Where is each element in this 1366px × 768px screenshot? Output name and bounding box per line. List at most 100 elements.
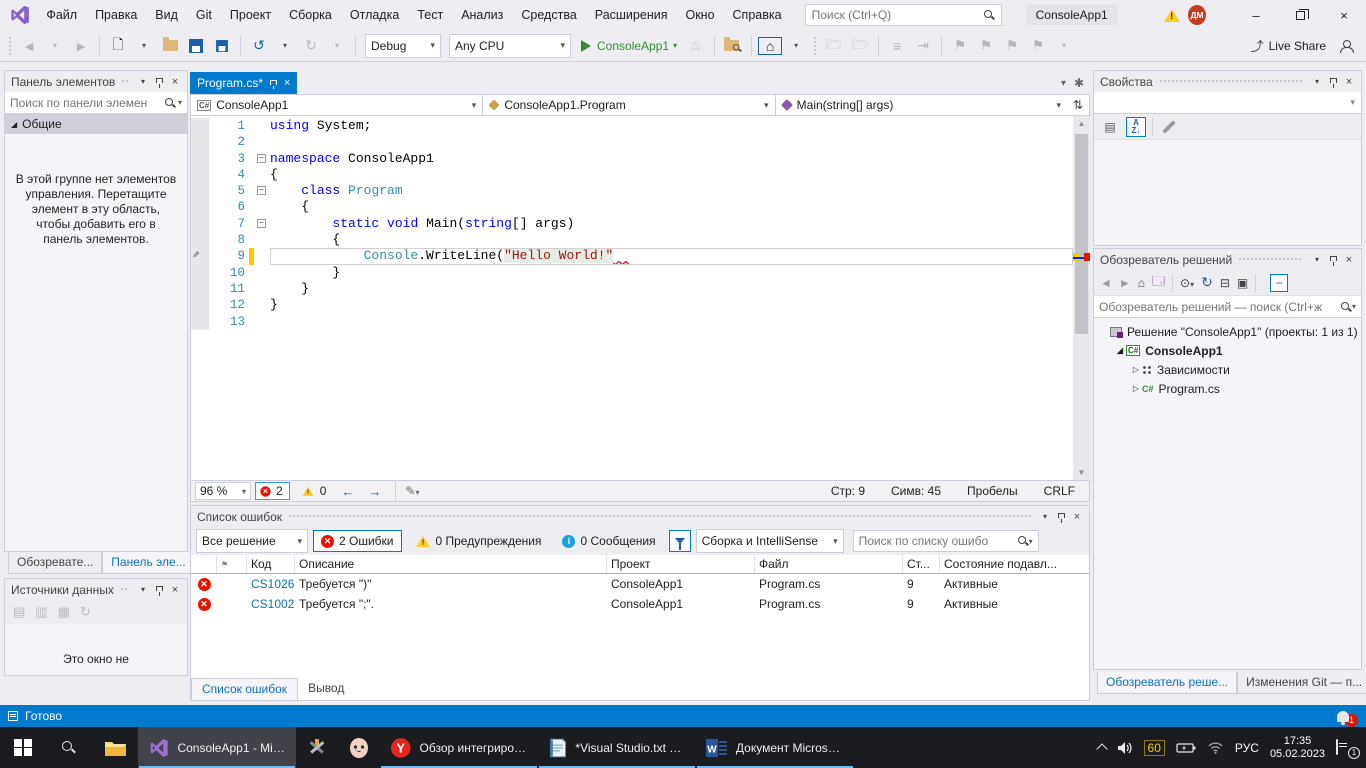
collapse-region-icon[interactable]: − (257, 154, 266, 163)
new-file-dropdown-icon[interactable]: ▾ (132, 34, 156, 58)
close-icon[interactable]: × (167, 74, 183, 90)
menu-item-1[interactable]: Правка (86, 0, 146, 30)
uncomment-icon[interactable]: 🗁 (848, 34, 872, 58)
column-code[interactable]: Код (247, 555, 295, 573)
undo-icon[interactable]: ↺ (247, 34, 271, 58)
error-search-box[interactable]: ▾ (853, 530, 1039, 552)
editor-options-icon[interactable]: ✱ (1074, 76, 1084, 90)
error-list-title-bar[interactable]: Список ошибок ▾ × (191, 506, 1089, 527)
tab-program-cs[interactable]: Program.cs* × (190, 72, 297, 94)
breakpoint-margin[interactable] (191, 314, 209, 330)
quick-search-input[interactable] (812, 8, 983, 22)
window-position-icon[interactable]: ▾ (1309, 252, 1325, 268)
save-icon[interactable] (184, 34, 208, 58)
menu-item-7[interactable]: Тест (408, 0, 452, 30)
tab-toolbox[interactable]: Панель эле... (102, 552, 194, 574)
tab-git-changes[interactable]: Изменения Git — п... (1237, 672, 1366, 694)
split-window-icon[interactable]: ⇅ (1067, 95, 1089, 115)
file-explorer-button[interactable] (92, 727, 138, 768)
panel-drag-grip[interactable] (1159, 79, 1303, 84)
close-icon[interactable]: × (1341, 252, 1357, 268)
notification-warning-icon[interactable] (1164, 9, 1178, 22)
action-center-button[interactable]: 1 (1336, 740, 1356, 756)
column-line[interactable]: Ст... (903, 555, 940, 573)
collapsed-icon[interactable]: ▷ (1130, 384, 1142, 393)
solution-configuration-combo[interactable]: Debug▾ (365, 34, 441, 58)
toolbar-overflow-icon[interactable]: ▾ (784, 34, 808, 58)
collapse-region-icon[interactable]: − (257, 186, 266, 195)
menu-item-8[interactable]: Анализ (452, 0, 512, 30)
property-pages-icon[interactable] (1159, 117, 1179, 137)
toolbox-title-bar[interactable]: Панель элементов ▾ × (5, 71, 187, 92)
pin-icon[interactable] (1053, 509, 1069, 525)
previous-bookmark-icon[interactable]: ⚑ (974, 34, 998, 58)
menu-item-9[interactable]: Средства (512, 0, 585, 30)
fold-margin[interactable]: − (254, 183, 270, 199)
code-line-11[interactable]: 11 } (191, 281, 1073, 297)
code-cleanup-icon[interactable]: ✎▾ (405, 484, 419, 498)
source-combo[interactable]: Сборка и IntelliSense▾ (696, 529, 844, 553)
home-icon[interactable]: ⌂ (1138, 276, 1145, 290)
editor-warning-count[interactable]: 0 (294, 483, 333, 499)
menu-item-0[interactable]: Файл (37, 0, 86, 30)
toolbox-search-input[interactable] (10, 96, 164, 110)
next-bookmark-icon[interactable]: ⚑ (1000, 34, 1024, 58)
tree-item-0[interactable]: Решение "ConsoleApp1" (проекты: 1 из 1) (1094, 322, 1361, 341)
language-indicator[interactable]: РУС (1235, 741, 1259, 755)
toolbar-grip[interactable] (8, 36, 12, 56)
error-code[interactable]: CS1002 (247, 597, 295, 611)
pin-icon[interactable] (151, 582, 167, 598)
previous-issue-icon[interactable]: ← (336, 484, 359, 499)
tab-solution-explorer[interactable]: Обозреватель реше... (1097, 672, 1237, 694)
code-line-13[interactable]: 13 (191, 314, 1073, 330)
battery-percent-widget[interactable]: 60 (1144, 740, 1165, 756)
column-file[interactable]: Файл (755, 555, 903, 573)
hot-reload-icon[interactable]: ♨ (684, 34, 708, 58)
expanded-icon[interactable]: ◢ (1114, 346, 1126, 355)
start-button[interactable] (0, 727, 46, 768)
search-options-icon[interactable]: ▾ (178, 98, 182, 107)
save-all-icon[interactable] (210, 34, 234, 58)
document-list-dropdown-icon[interactable]: ▾ (1061, 78, 1066, 89)
refresh-icon[interactable]: ↻ (1201, 274, 1213, 291)
zoom-level-combo[interactable]: 96 %▾ (195, 482, 251, 500)
breakpoint-margin[interactable] (191, 216, 209, 232)
properties-title-bar[interactable]: Свойства ▾ × (1094, 71, 1361, 92)
code-line-5[interactable]: 5 − class Program (191, 183, 1073, 199)
editor-vertical-scrollbar[interactable]: ▲ ▼ (1073, 116, 1090, 480)
toggle-bookmark-icon[interactable]: ⚑ (948, 34, 972, 58)
scroll-up-icon[interactable]: ▲ (1073, 116, 1090, 131)
battery-icon[interactable] (1176, 742, 1196, 754)
menu-item-10[interactable]: Расширения (586, 0, 677, 30)
error-code[interactable]: CS1026 (247, 577, 295, 591)
data-sources-title-bar[interactable]: Источники данных ▾ × (5, 579, 187, 600)
live-share-button[interactable]: ⤴Live Share (1251, 36, 1326, 55)
toolbar-grip[interactable] (813, 36, 817, 56)
home-icon[interactable]: ⌂ (758, 37, 782, 55)
properties-object-combo[interactable]: ▾ (1094, 92, 1361, 114)
code-line-3[interactable]: 3 − namespace ConsoleApp1 (191, 151, 1073, 167)
toolbox-search-box[interactable]: ▾ (5, 92, 187, 114)
taskbar-search-button[interactable] (46, 727, 92, 768)
column-state[interactable]: Состояние подавл... (940, 555, 1089, 573)
errors-filter-button[interactable]: ✕2 Ошибки (313, 530, 402, 552)
redo-dropdown-icon[interactable]: ▾ (325, 34, 349, 58)
solution-explorer-title-bar[interactable]: Обозреватель решений ▾ × (1094, 249, 1361, 270)
comment-out-icon[interactable]: 🗁 (822, 34, 846, 58)
open-file-icon[interactable] (158, 34, 182, 58)
edit-data-source-icon[interactable]: ▦ (58, 604, 70, 620)
find-in-files-icon[interactable] (721, 34, 745, 58)
solution-platform-combo[interactable]: Any CPU▾ (449, 34, 571, 58)
wifi-icon[interactable] (1207, 741, 1224, 754)
breakpoint-margin[interactable] (191, 199, 209, 215)
window-position-icon[interactable]: ▾ (135, 74, 151, 90)
back-dropdown-icon[interactable]: ▾ (43, 34, 67, 58)
volume-icon[interactable] (1117, 741, 1133, 755)
window-position-icon[interactable]: ▾ (135, 582, 151, 598)
code-line-9[interactable]: ✎ 9 Console.WriteLine("Hello World!" (191, 248, 1073, 264)
column-project[interactable]: Проект (607, 555, 755, 573)
tab-server-explorer[interactable]: Обозревате... (8, 552, 102, 574)
tree-item-2[interactable]: ▷ Зависимости (1094, 360, 1361, 379)
menu-item-11[interactable]: Окно (676, 0, 723, 30)
panel-drag-grip[interactable] (288, 514, 1031, 519)
